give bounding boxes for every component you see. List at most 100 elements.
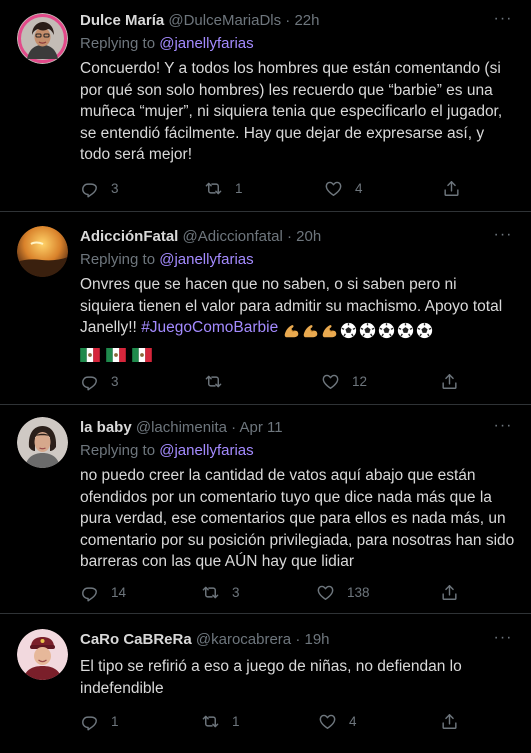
reply-button[interactable]: 3: [80, 177, 119, 199]
retweet-button[interactable]: 1: [201, 710, 240, 732]
like-button[interactable]: 138: [316, 581, 370, 603]
soccer-ball-icon: [416, 322, 433, 339]
retweet-count: 1: [232, 713, 240, 729]
tweet-text: Onvres que se hacen que no saben, o si s…: [80, 274, 515, 366]
tweet-actions: 3 1 4: [80, 177, 460, 199]
retweet-count: 3: [232, 584, 240, 600]
tweet-dulce-maria[interactable]: Dulce María @DulceMariaDls · 22h ··· Rep…: [0, 0, 531, 212]
replying-to-label: Replying to: [80, 442, 156, 459]
reply-button[interactable]: 1: [80, 710, 119, 732]
like-icon: [321, 372, 340, 391]
retweet-button[interactable]: 3: [201, 581, 240, 603]
retweet-count: 1: [235, 180, 243, 196]
separator-dot: ·: [286, 228, 292, 245]
retweet-button[interactable]: [204, 370, 235, 392]
share-button[interactable]: [440, 370, 459, 392]
flexed-biceps-icon: [321, 322, 338, 339]
flag-group: [80, 345, 158, 367]
avatar[interactable]: [17, 13, 68, 64]
mexico-flag-icon: [80, 348, 100, 362]
tweet-header: Dulce María @DulceMariaDls · 22h ···: [80, 10, 515, 32]
share-button[interactable]: [442, 177, 461, 199]
avatar[interactable]: [17, 226, 68, 277]
display-name[interactable]: Dulce María: [80, 12, 164, 29]
separator-dot: ·: [295, 631, 301, 648]
hashtag-link[interactable]: #JuegoComoBarbie: [141, 319, 278, 336]
reply-count: 14: [111, 584, 127, 600]
reply-mention-link[interactable]: @janellyfarias: [159, 442, 253, 459]
tweet-text: El tipo se refirió a eso a juego de niña…: [80, 658, 462, 697]
emoji-group: [283, 320, 435, 342]
reply-mention-link[interactable]: @janellyfarias: [159, 251, 253, 268]
more-icon[interactable]: ···: [491, 627, 515, 647]
timestamp[interactable]: 20h: [296, 228, 321, 245]
display-name[interactable]: AdicciónFatal: [80, 228, 178, 245]
share-icon: [442, 179, 461, 198]
like-button[interactable]: 4: [324, 177, 363, 199]
avatar[interactable]: [17, 417, 68, 468]
display-name[interactable]: CaRo CaBReRa: [80, 631, 192, 648]
more-icon[interactable]: ···: [491, 8, 515, 28]
display-name[interactable]: la baby: [80, 419, 132, 436]
reply-count: 3: [111, 180, 119, 196]
share-button[interactable]: [440, 710, 459, 732]
tweet-la-baby[interactable]: la baby @lachimenita · Apr 11 ··· Replyi…: [0, 405, 531, 614]
tweet-caro-cabrera[interactable]: CaRo CaBReRa @karocabrera · 19h ··· El t…: [0, 614, 531, 753]
soccer-ball-icon: [359, 322, 376, 339]
retweet-icon: [204, 372, 223, 391]
user-handle[interactable]: @Adiccionfatal: [183, 228, 283, 245]
like-button[interactable]: 12: [321, 370, 367, 392]
reply-button[interactable]: 14: [80, 581, 126, 603]
share-icon: [440, 583, 459, 602]
timestamp[interactable]: Apr 11: [239, 419, 282, 436]
tweet-header: AdicciónFatal @Adiccionfatal · 20h ···: [80, 226, 515, 248]
like-count: 12: [352, 373, 368, 389]
reply-button[interactable]: 3: [80, 370, 119, 392]
mexico-flag-icon: [106, 348, 126, 362]
replying-to: Replying to @janellyfarias: [80, 34, 515, 54]
flexed-biceps-icon: [283, 322, 300, 339]
reply-count: 1: [111, 713, 119, 729]
user-handle[interactable]: @lachimenita: [136, 419, 227, 436]
like-icon: [324, 179, 343, 198]
tweet-actions: 14 3 138: [80, 581, 460, 603]
timestamp[interactable]: 22h: [294, 12, 319, 29]
tweet-actions: 1 1 4: [80, 710, 460, 732]
tweet-text: Concuerdo! Y a todos los hombres que est…: [80, 60, 503, 163]
share-button[interactable]: [440, 581, 459, 603]
like-count: 138: [347, 584, 370, 600]
mexico-flag-icon: [132, 348, 152, 362]
avatar[interactable]: [17, 629, 68, 680]
tweet-header: la baby @lachimenita · Apr 11 ···: [80, 417, 515, 439]
like-button[interactable]: 4: [318, 710, 357, 732]
user-handle[interactable]: @DulceMariaDls: [168, 12, 281, 29]
tweet-header: CaRo CaBReRa @karocabrera · 19h ···: [80, 629, 515, 651]
user-handle[interactable]: @karocabrera: [196, 631, 291, 648]
replying-to-label: Replying to: [80, 251, 156, 268]
retweet-button[interactable]: 1: [204, 177, 243, 199]
flexed-biceps-icon: [302, 322, 319, 339]
soccer-ball-icon: [397, 322, 414, 339]
like-count: 4: [355, 180, 363, 196]
reply-mention-link[interactable]: @janellyfarias: [159, 35, 253, 52]
more-icon[interactable]: ···: [491, 415, 515, 435]
reply-icon: [80, 583, 99, 602]
separator-dot: ·: [285, 12, 291, 29]
soccer-ball-icon: [340, 322, 357, 339]
reply-icon: [80, 712, 99, 731]
reply-icon: [80, 179, 99, 198]
share-icon: [440, 372, 459, 391]
timestamp[interactable]: 19h: [305, 631, 330, 648]
separator-dot: ·: [231, 419, 237, 436]
tweet-adiccion-fatal[interactable]: AdicciónFatal @Adiccionfatal · 20h ··· R…: [0, 212, 531, 405]
reply-icon: [80, 372, 99, 391]
retweet-icon: [201, 712, 220, 731]
replying-to: Replying to @janellyfarias: [80, 250, 515, 270]
like-count: 4: [349, 713, 357, 729]
more-icon[interactable]: ···: [491, 224, 515, 244]
retweet-icon: [204, 179, 223, 198]
replying-to: Replying to @janellyfarias: [80, 441, 515, 461]
like-icon: [318, 712, 337, 731]
tweet-text: no puedo creer la cantidad de vatos aquí…: [80, 467, 515, 570]
replying-to-label: Replying to: [80, 35, 156, 52]
